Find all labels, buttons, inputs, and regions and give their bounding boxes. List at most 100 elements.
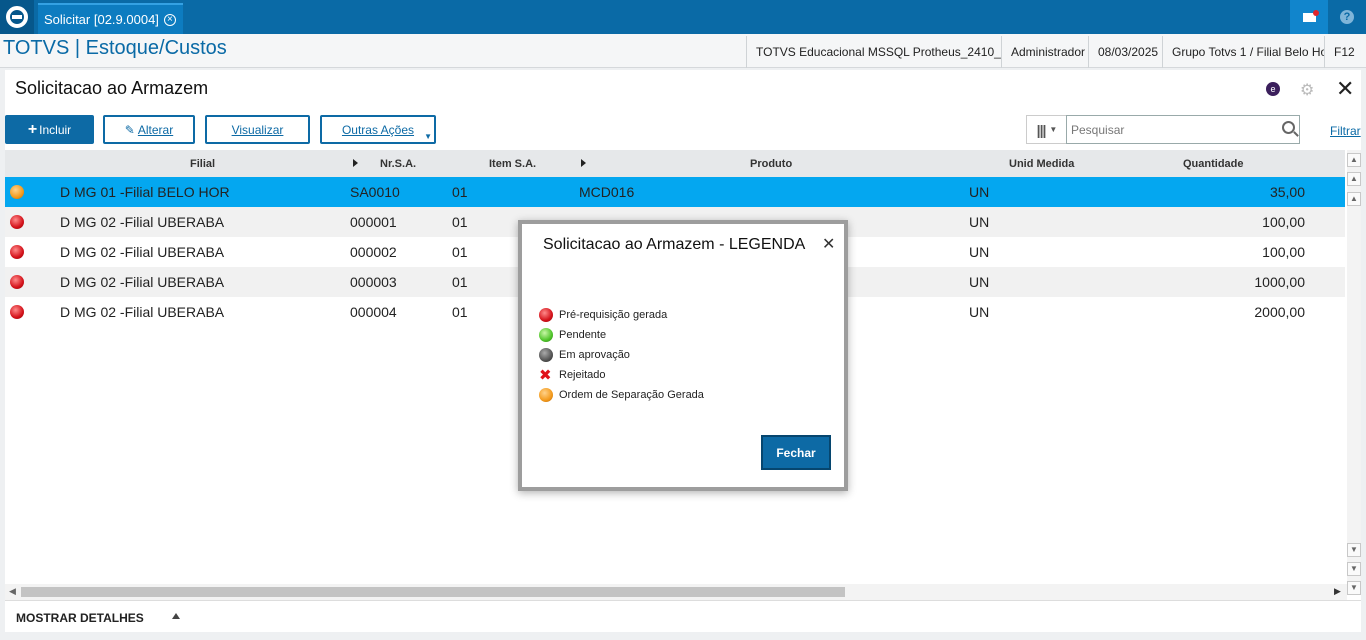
dialog-close-icon[interactable]: ✕ bbox=[822, 234, 835, 254]
table-row[interactable]: D MG 01 -Filial BELO HOR SA0010 01 MCD016 UN… bbox=[5, 177, 1345, 207]
app-title: TOTVS | Estoque/Custos bbox=[3, 37, 227, 59]
cell-item: 01 bbox=[452, 214, 468, 230]
search-input[interactable] bbox=[1066, 115, 1300, 144]
col-arrow-icon[interactable] bbox=[353, 159, 358, 167]
legend-label: Em aprovação bbox=[559, 349, 630, 361]
horizontal-scroll-thumb[interactable] bbox=[21, 587, 845, 597]
environment-label[interactable]: TOTVS Educacional MSSQL Protheus_2410_bc bbox=[746, 36, 1001, 68]
cell-nrsa: 000003 bbox=[350, 274, 397, 290]
cell-quantidade: 100,00 bbox=[1262, 244, 1305, 260]
gear-icon[interactable]: ⚙ bbox=[1300, 80, 1314, 100]
fechar-button[interactable]: Fechar bbox=[761, 435, 831, 470]
top-bar: Solicitar [02.9.0004] × ? bbox=[0, 0, 1366, 34]
col-unid[interactable]: Unid Medida bbox=[1009, 158, 1074, 170]
page-title: Solicitacao ao Armazem bbox=[15, 78, 209, 98]
columns-button[interactable]: ||| ▼ bbox=[1026, 115, 1068, 144]
cell-quantidade: 35,00 bbox=[1269, 184, 1305, 200]
caret-down-icon: ▼ bbox=[424, 132, 432, 141]
mail-button[interactable] bbox=[1290, 0, 1328, 34]
status-red-icon bbox=[10, 245, 24, 259]
cell-unid: UN bbox=[969, 184, 990, 200]
scroll-down-icon[interactable]: ▼ bbox=[1347, 543, 1361, 557]
app-header: TOTVS | Estoque/Custos TOTVS Educacional… bbox=[0, 34, 1366, 68]
col-nrsa[interactable]: Nr.S.A. bbox=[380, 158, 416, 170]
cell-nrsa: 000002 bbox=[350, 244, 397, 260]
scroll-bottom-icon[interactable]: ▼ bbox=[1347, 581, 1361, 595]
shortcut-label[interactable]: F12 bbox=[1324, 36, 1366, 68]
columns-icon: ||| bbox=[1036, 121, 1047, 138]
cell-unid: UN bbox=[969, 244, 990, 260]
cell-item: 01 bbox=[452, 274, 468, 290]
col-quantidade[interactable]: Quantidade bbox=[1183, 158, 1244, 170]
tab-solicitar[interactable]: Solicitar [02.9.0004] × bbox=[38, 3, 183, 34]
tab-label: Solicitar [02.9.0004] bbox=[44, 12, 159, 27]
cell-produto: MCD016 bbox=[579, 184, 635, 200]
alterar-button[interactable]: ✎ Alterar bbox=[103, 115, 195, 144]
cell-unid: UN bbox=[969, 274, 990, 290]
cell-nrsa: 000001 bbox=[350, 214, 397, 230]
details-label: MOSTRAR DETALHES bbox=[16, 611, 144, 625]
filtrar-link[interactable]: Filtrar bbox=[1330, 124, 1361, 138]
legend-label: Rejeitado bbox=[559, 369, 606, 381]
scroll-up-icon[interactable]: ▲ bbox=[1347, 192, 1361, 206]
cell-nrsa: SA0010 bbox=[350, 184, 400, 200]
legend-label: Pré-requisição gerada bbox=[559, 309, 668, 321]
incluir-button[interactable]: + Incluir bbox=[5, 115, 94, 144]
outras-acoes-button[interactable]: Outras Ações ▼ bbox=[320, 115, 436, 144]
cell-quantidade: 1000,00 bbox=[1254, 274, 1305, 290]
dialog-title: Solicitacao ao Armazem - LEGENDA bbox=[543, 236, 806, 253]
col-arrow-icon[interactable] bbox=[581, 159, 586, 167]
vertical-scrollbar[interactable]: ▲ ▲ ▲ ▼ ▼ ▼ bbox=[1347, 150, 1361, 595]
totvs-logo-icon[interactable] bbox=[0, 0, 34, 34]
search-icon[interactable] bbox=[1282, 121, 1295, 134]
horizontal-scrollbar[interactable]: ◀ ▶ bbox=[5, 584, 1347, 600]
scroll-pageup-icon[interactable]: ▲ bbox=[1347, 172, 1361, 186]
status-gray-icon bbox=[539, 348, 553, 362]
envelope-icon bbox=[1302, 9, 1319, 22]
legend-label: Ordem de Separação Gerada bbox=[559, 389, 704, 401]
visualizar-button[interactable]: Visualizar bbox=[205, 115, 310, 144]
cell-item: 01 bbox=[452, 304, 468, 320]
scroll-top-icon[interactable]: ▲ bbox=[1347, 153, 1361, 167]
scroll-right-icon[interactable]: ▶ bbox=[1334, 586, 1341, 597]
cell-filial: D MG 02 -Filial UBERABA bbox=[60, 244, 225, 260]
status-red-icon bbox=[539, 308, 553, 322]
grid-header: Filial Nr.S.A. Item S.A. Produto Unid Me… bbox=[5, 150, 1345, 177]
cell-filial: D MG 01 -Filial BELO HOR bbox=[60, 184, 230, 200]
status-red-icon bbox=[10, 275, 24, 289]
chevron-up-icon bbox=[172, 613, 180, 619]
scroll-pagedown-icon[interactable]: ▼ bbox=[1347, 562, 1361, 576]
status-orange-icon bbox=[10, 185, 24, 199]
legend-dialog: Solicitacao ao Armazem - LEGENDA ✕ Pré-r… bbox=[518, 220, 848, 491]
cell-quantidade: 100,00 bbox=[1262, 214, 1305, 230]
status-red-icon bbox=[10, 215, 24, 229]
cell-item: 01 bbox=[452, 184, 468, 200]
user-label[interactable]: Administrador bbox=[1001, 36, 1088, 68]
col-produto[interactable]: Produto bbox=[750, 158, 792, 170]
date-label[interactable]: 08/03/2025 bbox=[1088, 36, 1162, 68]
cell-filial: D MG 02 -Filial UBERABA bbox=[60, 304, 225, 320]
scroll-left-icon[interactable]: ◀ bbox=[9, 586, 16, 597]
e-badge-icon[interactable]: e bbox=[1266, 82, 1280, 96]
plus-icon: + bbox=[27, 120, 38, 138]
details-toggle[interactable]: MOSTRAR DETALHES bbox=[5, 600, 1361, 632]
cell-unid: UN bbox=[969, 214, 990, 230]
tab-close-icon[interactable]: × bbox=[163, 13, 176, 26]
chevron-down-icon: ▼ bbox=[1049, 125, 1058, 134]
branch-label[interactable]: Grupo Totvs 1 / Filial Belo Hor bbox=[1162, 36, 1324, 68]
cell-item: 01 bbox=[452, 244, 468, 260]
status-green-icon bbox=[539, 328, 553, 342]
status-orange-icon bbox=[539, 388, 553, 402]
cell-filial: D MG 02 -Filial UBERABA bbox=[60, 274, 225, 290]
close-icon[interactable]: ✕ bbox=[1336, 76, 1354, 102]
legend-label: Pendente bbox=[559, 329, 607, 341]
pencil-icon: ✎ bbox=[124, 122, 135, 137]
status-red-icon bbox=[10, 305, 24, 319]
cell-filial: D MG 02 -Filial UBERABA bbox=[60, 214, 225, 230]
col-filial[interactable]: Filial bbox=[190, 158, 215, 170]
help-icon: ? bbox=[1340, 10, 1354, 24]
rejected-x-icon: ✖ bbox=[539, 367, 552, 384]
help-button[interactable]: ? bbox=[1328, 0, 1366, 34]
cell-unid: UN bbox=[969, 304, 990, 320]
col-item[interactable]: Item S.A. bbox=[489, 158, 536, 170]
